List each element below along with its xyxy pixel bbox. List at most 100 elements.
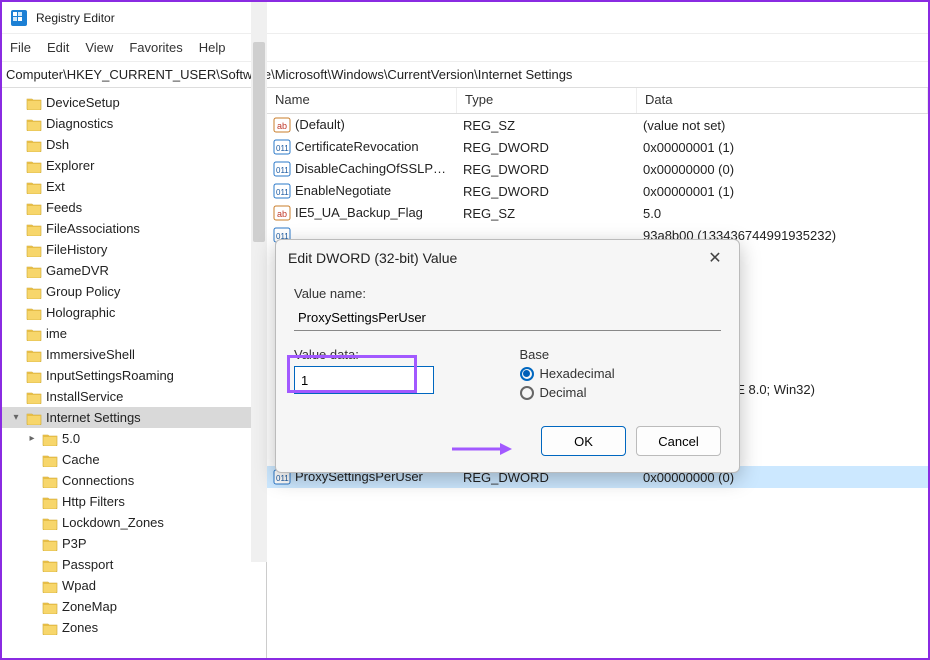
cancel-button[interactable]: Cancel <box>636 426 721 456</box>
svg-text:ab: ab <box>277 209 287 219</box>
tree-item-label: Lockdown_Zones <box>62 515 164 530</box>
tree-item[interactable]: Http Filters <box>2 491 266 512</box>
tree-item[interactable]: ImmersiveShell <box>2 344 266 365</box>
folder-icon <box>26 264 42 278</box>
folder-icon <box>42 600 58 614</box>
tree-item-label: Holographic <box>46 305 115 320</box>
tree-item[interactable]: Group Policy <box>2 281 266 302</box>
tree-item[interactable]: GameDVR <box>2 260 266 281</box>
folder-icon <box>42 453 58 467</box>
value-name-label: Value name: <box>294 286 721 301</box>
cell-type: REG_SZ <box>463 118 515 133</box>
menu-view[interactable]: View <box>85 40 113 55</box>
col-data[interactable]: Data <box>637 88 928 113</box>
cell-type: REG_SZ <box>463 206 515 221</box>
tree-item[interactable]: Lockdown_Zones <box>2 512 266 533</box>
tree-item-label: FileHistory <box>46 242 107 257</box>
tree-item-label: Http Filters <box>62 494 125 509</box>
menubar: File Edit View Favorites Help <box>2 34 928 62</box>
tree-item-label: Ext <box>46 179 65 194</box>
tree-item-label: ImmersiveShell <box>46 347 135 362</box>
list-row[interactable]: 011CertificateRevocationREG_DWORD0x00000… <box>267 136 928 158</box>
tree-item-label: DeviceSetup <box>46 95 120 110</box>
radio-hexadecimal[interactable]: Hexadecimal <box>520 366 722 381</box>
tree-item[interactable]: Feeds <box>2 197 266 218</box>
list-row[interactable]: abIE5_UA_Backup_FlagREG_SZ5.0 <box>267 202 928 224</box>
value-data-input[interactable] <box>294 366 434 394</box>
menu-help[interactable]: Help <box>199 40 226 55</box>
tree-item[interactable]: ▸5.0 <box>2 428 266 449</box>
tree-item-label: Connections <box>62 473 134 488</box>
base-label: Base <box>520 347 722 362</box>
edit-dword-dialog: Edit DWORD (32-bit) Value ✕ Value name: … <box>275 239 740 473</box>
svg-text:011: 011 <box>276 188 289 197</box>
tree-item[interactable]: FileHistory <box>2 239 266 260</box>
ok-button[interactable]: OK <box>541 426 626 456</box>
folder-icon <box>26 180 42 194</box>
titlebar: Registry Editor <box>2 2 928 34</box>
tree-item[interactable]: Explorer <box>2 155 266 176</box>
tree-item-label: Cache <box>62 452 100 467</box>
list-row[interactable]: 011DisableCachingOfSSLPa…REG_DWORD0x0000… <box>267 158 928 180</box>
tree-item[interactable]: DeviceSetup <box>2 92 266 113</box>
folder-icon <box>42 495 58 509</box>
tree-item[interactable]: ▾Internet Settings <box>2 407 266 428</box>
tree-item[interactable]: ime <box>2 323 266 344</box>
tree-item-label: Wpad <box>62 578 96 593</box>
tree-item[interactable]: Cache <box>2 449 266 470</box>
tree-item-label: Explorer <box>46 158 94 173</box>
tree-item-label: ZoneMap <box>62 599 117 614</box>
tree-item[interactable]: Zones <box>2 617 266 638</box>
radio-dot-icon <box>520 367 534 381</box>
addressbar[interactable]: Computer\HKEY_CURRENT_USER\Software\Micr… <box>2 62 928 88</box>
tree-item[interactable]: ZoneMap <box>2 596 266 617</box>
tree-item[interactable]: Holographic <box>2 302 266 323</box>
folder-icon <box>26 138 42 152</box>
scrollbar-thumb[interactable] <box>253 42 265 242</box>
folder-icon <box>42 432 58 446</box>
folder-icon <box>42 537 58 551</box>
dword-value-icon: 011 <box>273 183 291 199</box>
col-type[interactable]: Type <box>457 88 637 113</box>
tree-item[interactable]: InstallService <box>2 386 266 407</box>
folder-icon <box>26 243 42 257</box>
tree-item[interactable]: InputSettingsRoaming <box>2 365 266 386</box>
tree-item-label: Internet Settings <box>46 410 141 425</box>
tree-item-label: Feeds <box>46 200 82 215</box>
cell-data: 0x00000000 (0) <box>643 162 734 177</box>
close-icon[interactable]: ✕ <box>703 248 727 268</box>
folder-icon <box>26 222 42 236</box>
svg-text:ab: ab <box>277 121 287 131</box>
string-value-icon: ab <box>273 117 291 133</box>
tree-item-label: P3P <box>62 536 87 551</box>
tree-scrollbar[interactable] <box>251 2 267 562</box>
tree-item[interactable]: Diagnostics <box>2 113 266 134</box>
dialog-title: Edit DWORD (32-bit) Value <box>288 250 457 266</box>
tree-pane[interactable]: DeviceSetup Diagnostics Dsh Explorer Ext Feed… <box>2 88 267 658</box>
tree-item-label: GameDVR <box>46 263 109 278</box>
tree-item[interactable]: Dsh <box>2 134 266 155</box>
tree-item[interactable]: Passport <box>2 554 266 575</box>
folder-icon <box>26 285 42 299</box>
radio-dec-label: Decimal <box>540 385 587 400</box>
list-row[interactable]: ab(Default)REG_SZ(value not set) <box>267 114 928 136</box>
tree-item[interactable]: Connections <box>2 470 266 491</box>
menu-favorites[interactable]: Favorites <box>129 40 182 55</box>
tree-item[interactable]: Wpad <box>2 575 266 596</box>
tree-item[interactable]: Ext <box>2 176 266 197</box>
col-name[interactable]: Name <box>267 88 457 113</box>
folder-icon <box>26 390 42 404</box>
tree-item[interactable]: P3P <box>2 533 266 554</box>
list-header: Name Type Data <box>267 88 928 114</box>
tree-item[interactable]: FileAssociations <box>2 218 266 239</box>
folder-icon <box>26 306 42 320</box>
tree-item-label: 5.0 <box>62 431 80 446</box>
folder-icon <box>42 516 58 530</box>
radio-decimal[interactable]: Decimal <box>520 385 722 400</box>
menu-edit[interactable]: Edit <box>47 40 69 55</box>
tree-item-label: Diagnostics <box>46 116 113 131</box>
menu-file[interactable]: File <box>10 40 31 55</box>
list-row[interactable]: 011EnableNegotiateREG_DWORD0x00000001 (1… <box>267 180 928 202</box>
value-name-field[interactable] <box>294 305 721 331</box>
tree-item-label: InstallService <box>46 389 123 404</box>
